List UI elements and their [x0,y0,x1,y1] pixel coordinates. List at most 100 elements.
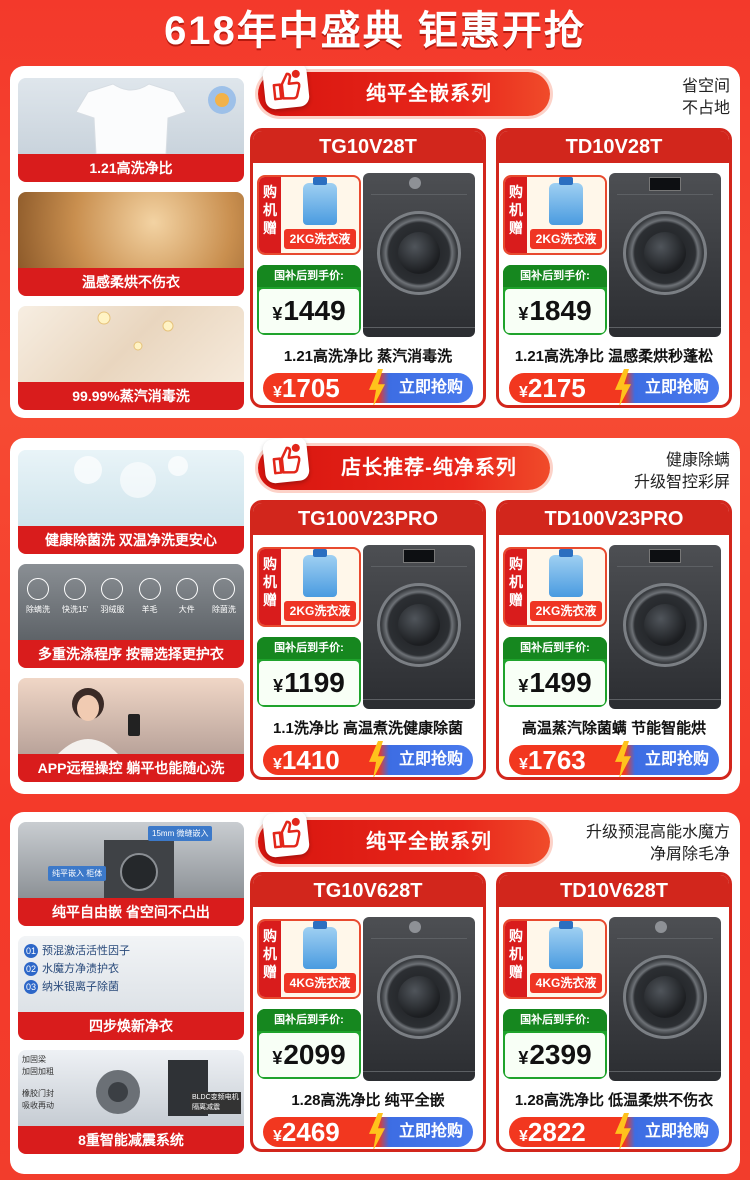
price-label: 国补后到手价: [503,637,607,659]
original-price: ¥1705 [273,373,340,403]
price-label: 国补后到手价: [503,265,607,287]
series-title: 店长推荐-纯净系列 [341,457,517,479]
gift-label: 2KG洗衣液 [530,229,602,249]
gift-side-label: 购机赠 [505,549,527,625]
product-desc: 1.21高洗净比 温感柔烘秒蓬松 [514,348,714,365]
buy-now-button[interactable]: ¥2175 立即抢购 [509,369,719,405]
yen-sign: ¥ [518,676,529,696]
product-card-TG10V628T[interactable]: TG10V628T 购机赠 4KG洗衣液 国补后到手价: ¥2099 1.28高… [250,872,486,1152]
product-desc: 高温蒸汽除菌螨 节能智能烘 [521,720,707,737]
original-price-number: 2469 [281,1117,340,1147]
feature-caption: 温感柔烘不伤衣 [18,268,244,296]
washer-image [363,545,475,709]
gift-label: 2KG洗衣液 [284,601,356,621]
washer-image [609,917,721,1081]
original-price-number: 2822 [527,1117,586,1147]
buy-now-label: 立即抢购 [644,379,709,396]
original-price: ¥2822 [519,1117,586,1147]
washer-image [363,173,475,337]
lightning-icon [369,369,385,405]
program-item: 羽绒服 [96,578,128,615]
warm-dry-image [18,192,244,268]
original-price-number: 1410 [281,745,340,775]
price-number: 1199 [284,667,345,698]
product-card-TG10V28T[interactable]: TG10V28T 购机赠 2KG洗衣液 国补后到手价: ¥1449 1.21高洗… [250,128,486,408]
yen-sign: ¥ [519,756,528,773]
buy-now-label: 立即抢购 [398,379,463,396]
lightning-icon [615,741,631,777]
product-card-TG100V23PRO[interactable]: TG100V23PRO 购机赠 2KG洗衣液 国补后到手价: ¥1199 1.1… [250,500,486,780]
series-header: 纯平全嵌系列 [258,812,550,864]
yen-sign: ¥ [273,1128,282,1145]
program-item: 快洗15' [59,578,91,615]
washer-image [363,917,475,1081]
price-value: ¥1849 [505,289,605,333]
gift-badge: 购机赠 2KG洗衣液 [257,547,361,627]
price-number: 2399 [529,1039,592,1070]
gift-label: 2KG洗衣液 [284,229,356,249]
original-price-number: 2175 [527,373,586,403]
price-label: 国补后到手价: [503,1009,607,1031]
feature-card-warm-dry: 温感柔烘不伤衣 [18,192,244,296]
yen-sign: ¥ [519,384,528,401]
yen-sign: ¥ [273,676,284,696]
gift-badge: 购机赠 4KG洗衣液 [503,919,607,999]
lightning-icon [615,1113,631,1149]
gift-side-label: 购机赠 [259,177,281,253]
gift-side-label: 购机赠 [505,177,527,253]
original-price: ¥1410 [273,745,340,775]
feature-card-flush-fit: 15mm 微缝嵌入 纯平嵌入 柜体 纯平自由嵌 省空间不凸出 [18,822,244,926]
yen-sign: ¥ [272,304,283,324]
buy-now-label: 立即抢购 [398,1123,463,1140]
buy-now-button[interactable]: ¥2822 立即抢购 [509,1113,719,1149]
series-section-2: 健康除菌洗 双温净洗更安心 除螨洗 快洗15' 羽绒服 羊毛 大件 除菌洗 多重… [10,438,740,794]
gift-side-label: 购机赠 [505,921,527,997]
subsidy-price-box: 国补后到手价: ¥1199 [257,637,361,707]
feature-card-wash-ratio: 1.21高洗净比 [18,78,244,182]
series-title: 纯平全嵌系列 [366,831,492,853]
yen-sign: ¥ [273,756,282,773]
product-card-TD10V628T[interactable]: TD10V628T 购机赠 4KG洗衣液 国补后到手价: ¥2399 1.28高… [496,872,732,1152]
price-number: 2099 [283,1039,346,1070]
product-card-TD10V28T[interactable]: TD10V28T 购机赠 2KG洗衣液 国补后到手价: ¥1849 1.21高洗… [496,128,732,408]
slogan-line: 升级预混高能水魔方 [585,824,730,841]
detergent-bottle-icon [303,921,337,969]
buy-now-button[interactable]: ¥1410 立即抢购 [263,741,473,777]
series-slogan: 健康除螨 升级智控彩屏 [540,450,730,494]
gift-label: 4KG洗衣液 [284,973,356,993]
gift-badge: 购机赠 2KG洗衣液 [257,175,361,255]
price-label: 国补后到手价: [257,265,361,287]
lightning-icon [369,1113,385,1149]
slogan-line: 净屑除毛净 [649,846,730,863]
original-price: ¥2175 [519,373,586,403]
subsidy-price-box: 国补后到手价: ¥2099 [257,1009,361,1079]
app-user-image [18,678,244,754]
buy-now-button[interactable]: ¥1763 立即抢购 [509,741,719,777]
yen-sign: ¥ [518,1048,529,1068]
feature-card-steam: 99.99%蒸汽消毒洗 [18,306,244,410]
buy-now-label: 立即抢购 [644,751,709,768]
price-label: 国补后到手价: [257,637,361,659]
original-price-number: 1705 [281,373,340,403]
drawer-step-list: 01 预混激活活性因子 02 水魔方净渍护衣 03 纳米银离子除菌 [24,942,130,996]
buy-now-button[interactable]: ¥2469 立即抢购 [263,1113,473,1149]
price-number: 1849 [529,295,592,326]
product-card-TD100V23PRO[interactable]: TD100V23PRO 购机赠 2KG洗衣液 国补后到手价: ¥1499 高温蒸… [496,500,732,780]
detergent-bottle-icon [549,549,583,597]
cabinet-image: 15mm 微缝嵌入 纯平嵌入 柜体 [18,822,244,898]
buy-now-button[interactable]: ¥1705 立即抢购 [263,369,473,405]
drawer-step: 02 水魔方净渍护衣 [24,962,119,976]
yen-sign: ¥ [519,1128,528,1145]
price-label: 国补后到手价: [257,1009,361,1031]
washer-image [609,173,721,337]
subsidy-price-box: 国补后到手价: ¥1449 [257,265,361,335]
gift-label: 4KG洗衣液 [530,973,602,993]
program-item: 大件 [171,578,203,615]
thumbs-up-icon [261,66,311,111]
gift-side-label: 购机赠 [259,921,281,997]
feature-caption: 四步焕新净衣 [18,1012,244,1040]
price-value: ¥1449 [259,289,359,333]
series-header: 纯平全嵌系列 [258,66,550,116]
series-slogan: 升级预混高能水魔方 净屑除毛净 [540,822,730,866]
program-icons: 除螨洗 快洗15' 羽绒服 羊毛 大件 除菌洗 [22,578,240,615]
